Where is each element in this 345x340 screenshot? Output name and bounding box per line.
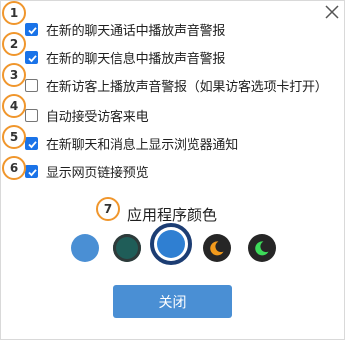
step-marker-4: 4 bbox=[2, 94, 26, 118]
step-marker-1: 1 bbox=[2, 1, 26, 25]
option-label-4: 自动接受访客来电 bbox=[46, 109, 149, 125]
step-marker-3: 3 bbox=[2, 63, 26, 87]
moon-icon bbox=[210, 241, 224, 256]
checkbox-4[interactable] bbox=[25, 108, 38, 122]
color-swatch-blue[interactable] bbox=[157, 230, 185, 258]
close-button[interactable]: 关闭 bbox=[113, 285, 232, 318]
option-row-2[interactable]: 在新的聊天信息中播放声音警报 bbox=[25, 46, 225, 68]
close-icon[interactable] bbox=[323, 3, 341, 21]
option-row-4[interactable]: 自动接受访客来电 bbox=[25, 104, 149, 126]
step-marker-5: 5 bbox=[2, 125, 26, 149]
step-marker-6: 6 bbox=[2, 156, 26, 180]
settings-dialog: 在新的聊天通话中播放声音警报 在新的聊天信息中播放声音警报 在新访客上播放声音警… bbox=[0, 0, 345, 340]
option-label-6: 显示网页链接预览 bbox=[46, 165, 149, 181]
checkbox-1[interactable] bbox=[25, 22, 38, 36]
option-label-2: 在新的聊天信息中播放声音警报 bbox=[46, 51, 226, 67]
option-label-3: 在新访客上播放声音警报（如果访客选项卡打开） bbox=[46, 79, 328, 95]
color-swatch-dark-green[interactable] bbox=[248, 234, 276, 262]
checkbox-5[interactable] bbox=[25, 136, 38, 150]
color-swatch-dark-orange[interactable] bbox=[203, 234, 231, 262]
option-label-5: 在新聊天和消息上显示浏览器通知 bbox=[46, 137, 239, 153]
step-marker-7: 7 bbox=[96, 197, 120, 221]
color-swatch-light-blue[interactable] bbox=[71, 234, 99, 262]
moon-icon bbox=[255, 241, 269, 256]
option-row-6[interactable]: 显示网页链接预览 bbox=[25, 160, 149, 182]
option-row-3[interactable]: 在新访客上播放声音警报（如果访客选项卡打开） bbox=[25, 74, 328, 96]
checkbox-6[interactable] bbox=[25, 164, 38, 178]
app-color-title: 应用程序颜色 bbox=[127, 206, 218, 224]
option-label-1: 在新的聊天通话中播放声音警报 bbox=[46, 23, 226, 39]
checkbox-2[interactable] bbox=[25, 50, 38, 64]
option-row-1[interactable]: 在新的聊天通话中播放声音警报 bbox=[25, 18, 225, 40]
step-marker-2: 2 bbox=[2, 32, 26, 56]
color-swatch-teal[interactable] bbox=[113, 234, 141, 262]
option-row-5[interactable]: 在新聊天和消息上显示浏览器通知 bbox=[25, 132, 238, 154]
checkbox-3[interactable] bbox=[25, 78, 38, 92]
